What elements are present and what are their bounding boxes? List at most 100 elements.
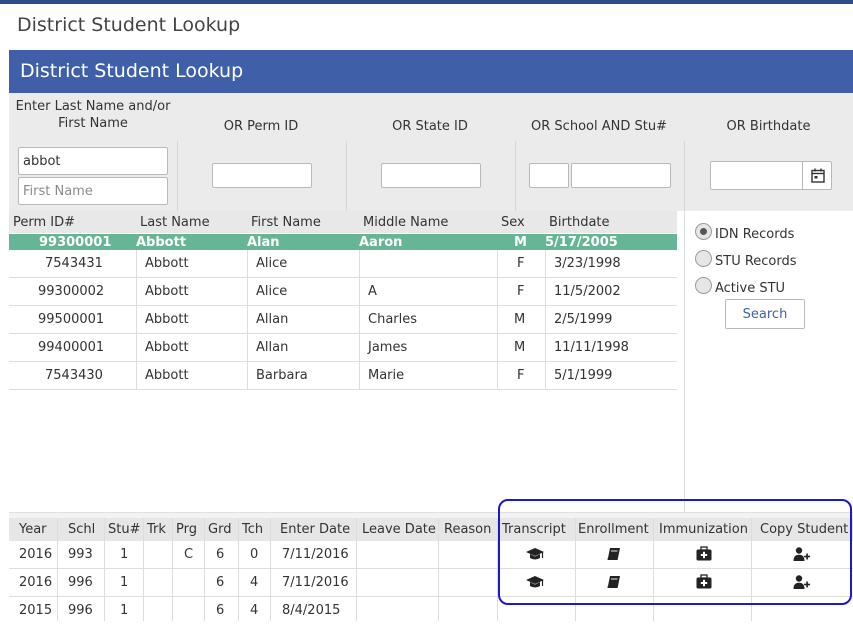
first-name-cell: Allan xyxy=(256,312,289,327)
col-first-name: First Name xyxy=(251,215,321,230)
filter-separator xyxy=(515,141,516,211)
col-stu-number: Stu# xyxy=(108,522,141,537)
school-stu-label: OR School AND Stu# xyxy=(531,119,667,134)
middle-name-cell: A xyxy=(368,284,377,299)
enter-date-cell: 8/4/2015 xyxy=(282,603,341,618)
student-results-table: Perm ID# Last Name First Name Middle Nam… xyxy=(9,211,677,512)
medkit-icon[interactable] xyxy=(695,574,713,590)
calendar-button[interactable] xyxy=(802,161,832,189)
enrollment-row[interactable]: 2016 996 1 6 4 7/11/2016 xyxy=(9,569,853,597)
last-name-cell: Abbott xyxy=(145,284,189,299)
birthdate-cell: 3/23/1998 xyxy=(554,256,621,271)
sex-cell: M xyxy=(514,340,526,355)
radio-label: Active STU xyxy=(715,280,786,296)
search-filters: Enter Last Name and/or First Name OR Per… xyxy=(9,93,853,211)
middle-name-cell: Charles xyxy=(368,312,418,327)
birthdate-cell: 5/17/2005 xyxy=(545,235,618,250)
teacher-cell: 4 xyxy=(250,603,259,618)
first-name-input[interactable] xyxy=(18,177,168,205)
radio-idn-records[interactable]: IDN Records xyxy=(695,221,794,242)
radio-button-selected[interactable] xyxy=(695,222,712,240)
grade-cell: 6 xyxy=(216,575,225,590)
banner-title: District Student Lookup xyxy=(9,50,853,93)
calendar-icon xyxy=(810,168,825,183)
user-plus-icon[interactable] xyxy=(793,574,811,590)
filter-separator xyxy=(684,141,685,211)
col-immunization: Immunization xyxy=(659,522,748,537)
record-options-panel: IDN Records STU Records Active STU Searc… xyxy=(683,211,853,512)
medkit-icon[interactable] xyxy=(695,546,713,562)
last-name-cell: Abbott xyxy=(145,312,189,327)
table-row-selected[interactable]: 99300001 Abbott Alan Aaron M 5/17/2005 xyxy=(9,234,677,250)
perm-id-input[interactable] xyxy=(212,163,312,188)
col-year: Year xyxy=(19,522,47,537)
col-grade: Grd xyxy=(208,522,232,537)
sex-cell: F xyxy=(517,284,525,299)
birthdate-cell: 11/11/1998 xyxy=(554,340,629,355)
col-reason: Reason xyxy=(444,522,492,537)
last-name-input[interactable] xyxy=(18,147,168,175)
state-id-label: OR State ID xyxy=(392,119,468,134)
radio-button[interactable] xyxy=(695,276,712,294)
col-program: Prg xyxy=(176,522,197,537)
col-sex: Sex xyxy=(501,215,525,230)
col-perm-id: Perm ID# xyxy=(13,215,76,230)
first-name-cell: Alice xyxy=(256,284,288,299)
perm-id-cell: 7543430 xyxy=(45,368,103,383)
state-id-input[interactable] xyxy=(381,163,481,188)
year-cell: 2016 xyxy=(19,575,53,590)
perm-id-cell: 99400001 xyxy=(38,340,105,355)
col-middle-name: Middle Name xyxy=(363,215,449,230)
book-icon[interactable] xyxy=(605,574,623,590)
school-cell: 996 xyxy=(68,575,93,590)
grade-cell: 6 xyxy=(216,547,225,562)
enter-date-cell: 7/11/2016 xyxy=(282,547,349,562)
graduation-cap-icon[interactable] xyxy=(526,574,544,590)
grade-cell: 6 xyxy=(216,603,225,618)
graduation-cap-icon[interactable] xyxy=(526,546,544,562)
first-name-cell: Allan xyxy=(256,340,289,355)
table-row[interactable]: 99400001 Abbott Allan James M 11/11/1998 xyxy=(9,334,677,362)
sex-cell: F xyxy=(517,368,525,383)
school-cell: 996 xyxy=(68,603,93,618)
filter-separator xyxy=(177,141,178,211)
middle-name-cell: Marie xyxy=(368,368,405,383)
book-icon[interactable] xyxy=(605,546,623,562)
birthdate-label: OR Birthdate xyxy=(726,119,811,134)
sex-cell: F xyxy=(517,256,525,271)
enter-date-cell: 7/11/2016 xyxy=(282,575,349,590)
user-plus-icon[interactable] xyxy=(793,546,811,562)
table-row[interactable]: 7543430 Abbott Barbara Marie F 5/1/1999 xyxy=(9,362,677,390)
birthdate-cell: 11/5/2002 xyxy=(554,284,621,299)
col-enter-date: Enter Date xyxy=(280,522,351,537)
perm-id-cell: 99500001 xyxy=(38,312,105,327)
first-name-cell: Alan xyxy=(247,235,280,250)
col-transcript: Transcript xyxy=(502,522,566,537)
radio-button[interactable] xyxy=(695,249,712,267)
col-birthdate: Birthdate xyxy=(549,215,610,230)
stu-cell: 1 xyxy=(120,603,129,618)
radio-active-stu[interactable]: Active STU xyxy=(695,275,786,296)
table-row[interactable]: 99500001 Abbott Allan Charles M 2/5/1999 xyxy=(9,306,677,334)
table-row[interactable]: 7543431 Abbott Alice F 3/23/1998 xyxy=(9,250,677,278)
last-name-cell: Abbott xyxy=(145,340,189,355)
last-name-cell: Abbott xyxy=(136,235,187,250)
radio-stu-records[interactable]: STU Records xyxy=(695,248,797,269)
year-cell: 2015 xyxy=(19,603,53,618)
first-name-cell: Barbara xyxy=(256,368,308,383)
name-label-line1: Enter Last Name and/or xyxy=(15,99,171,114)
teacher-cell: 0 xyxy=(250,547,259,562)
last-name-cell: Abbott xyxy=(145,368,189,383)
year-cell: 2016 xyxy=(19,547,53,562)
school-input[interactable] xyxy=(529,163,569,188)
col-track: Trk xyxy=(147,522,166,537)
search-button[interactable]: Search xyxy=(725,299,805,329)
last-name-cell: Abbott xyxy=(145,256,189,271)
stu-number-input[interactable] xyxy=(571,163,671,188)
enrollment-row[interactable]: 2016 993 1 C 6 0 7/11/2016 xyxy=(9,541,853,569)
table-row[interactable]: 99300002 Abbott Alice A F 11/5/2002 xyxy=(9,278,677,306)
first-name-cell: Alice xyxy=(256,256,288,271)
stu-cell: 1 xyxy=(120,575,129,590)
sex-cell: M xyxy=(514,312,526,327)
middle-name-cell: James xyxy=(368,340,408,355)
